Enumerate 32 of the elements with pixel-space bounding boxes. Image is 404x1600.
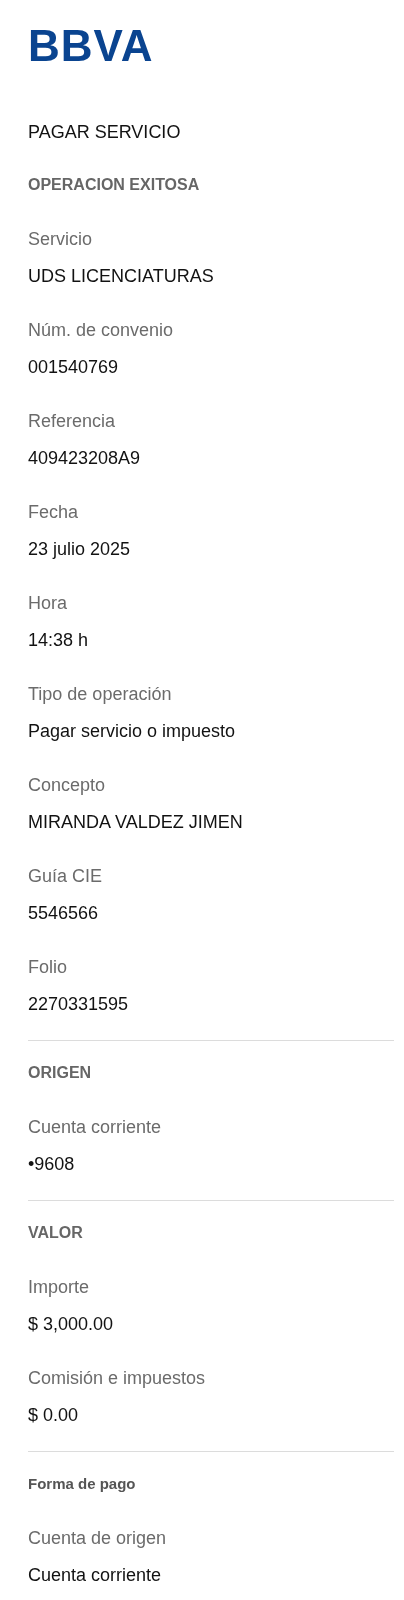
field-label: Cuenta corriente bbox=[28, 1116, 162, 1139]
field-value: 14:38 h bbox=[28, 629, 89, 652]
field-value: 23 julio 2025 bbox=[28, 538, 131, 561]
section-heading: OPERACION EXITOSA bbox=[28, 175, 200, 195]
field-value: Pagar servicio o impuesto bbox=[28, 720, 236, 743]
field-label: Servicio bbox=[28, 228, 93, 251]
field-value: MIRANDA VALDEZ JIMEN bbox=[28, 811, 243, 834]
section-heading: VALOR bbox=[28, 1223, 83, 1243]
field-value: UDS LICENCIATURAS bbox=[28, 265, 214, 288]
field-label: Importe bbox=[28, 1276, 90, 1299]
section-heading: Forma de pago bbox=[28, 1474, 136, 1494]
field-value: 5546566 bbox=[28, 902, 99, 925]
field-value: Cuenta corriente bbox=[28, 1564, 162, 1587]
field-value: •9608 bbox=[28, 1153, 75, 1176]
field-label: Fecha bbox=[28, 501, 79, 524]
field-label: Guía CIE bbox=[28, 865, 103, 888]
field-value: $ 3,000.00 bbox=[28, 1313, 114, 1336]
field-value: $ 0.00 bbox=[28, 1404, 79, 1427]
field-label: Referencia bbox=[28, 410, 116, 433]
field-label: Tipo de operación bbox=[28, 683, 172, 706]
field-label: Núm. de convenio bbox=[28, 319, 174, 342]
field-label: Concepto bbox=[28, 774, 106, 797]
field-label: Comisión e impuestos bbox=[28, 1367, 206, 1390]
logo: BBVA bbox=[28, 28, 154, 64]
field-label: Folio bbox=[28, 956, 67, 979]
field-label: Cuenta de origen bbox=[28, 1527, 167, 1550]
field-value: 409423208A9 bbox=[28, 447, 141, 470]
field-value: 2270331595 bbox=[28, 993, 129, 1016]
field-label: Hora bbox=[28, 592, 67, 615]
page-title: PAGAR SERVICIO bbox=[28, 121, 181, 144]
field-value: 001540769 bbox=[28, 356, 119, 379]
section-heading: ORIGEN bbox=[28, 1063, 92, 1083]
